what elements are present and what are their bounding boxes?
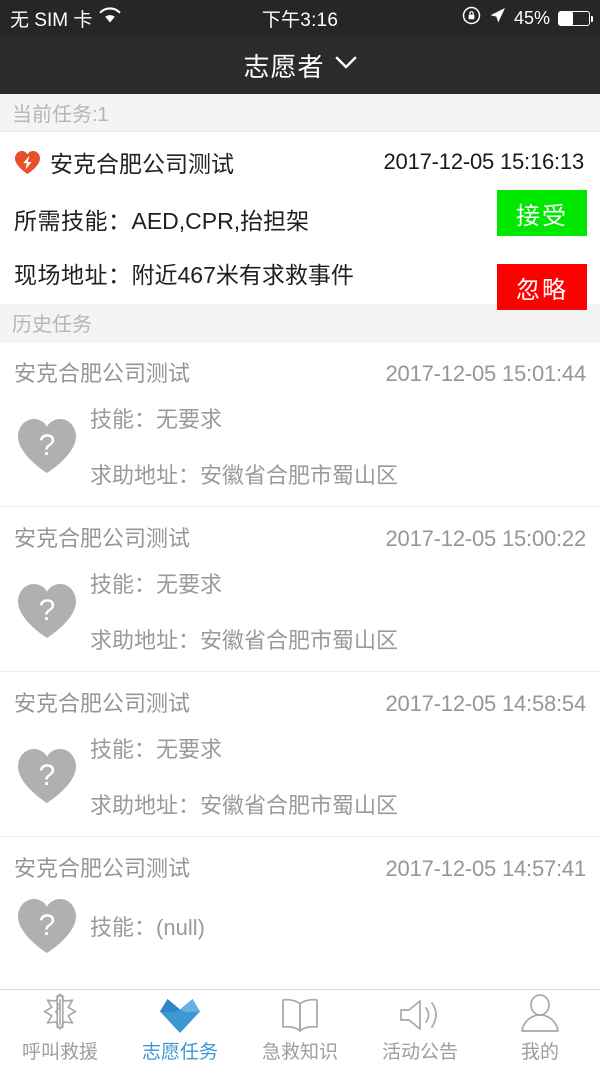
tab-open-book[interactable]: 急救知识 — [240, 990, 360, 1067]
bottom-tab-bar: 呼叫救援 志愿任务 急救知识 活动公告 我的 — [0, 989, 600, 1067]
battery-percent-label: 45% — [513, 7, 550, 28]
history-task-title: 安克合肥公司测试 — [14, 526, 191, 551]
history-skill-value: 无要求 — [156, 572, 223, 597]
tab-label: 我的 — [520, 1041, 559, 1063]
history-row-details: 技能：无要求 求助地址：安徽省合肥市蜀山区 — [90, 402, 398, 490]
blue-heart-icon — [157, 994, 203, 1034]
rotation-lock-icon — [462, 6, 481, 30]
tab-label: 急救知识 — [261, 1041, 338, 1063]
accept-button[interactable]: 接受 — [497, 190, 587, 236]
current-task-header: 安克合肥公司测试 2017-12-05 15:16:13 — [14, 142, 586, 182]
history-task-time: 2017-12-05 14:57:41 — [385, 856, 587, 881]
person-icon — [519, 993, 561, 1034]
history-skill-label: 技能： — [90, 737, 157, 762]
history-address-value: 安徽省合肥市蜀山区 — [200, 793, 399, 818]
history-row-header: 安克合肥公司测试 2017-12-05 14:57:41 — [14, 851, 586, 883]
history-task-title: 安克合肥公司测试 — [14, 691, 191, 716]
heart-question-icon: ? — [16, 747, 78, 805]
current-task-card[interactable]: 安克合肥公司测试 2017-12-05 15:16:13 所需技能：AED,CP… — [0, 132, 600, 310]
heart-question-icon: ? — [16, 582, 78, 640]
current-task-address-value: 附近467米有求救事件 — [131, 262, 354, 288]
history-address-label: 求助地址： — [90, 463, 201, 488]
history-task-time: 2017-12-05 14:58:54 — [385, 691, 587, 716]
history-skill-line: 技能：无要求 — [90, 732, 398, 764]
star-of-life-icon — [39, 992, 81, 1034]
history-skill-line: 技能：无要求 — [90, 402, 398, 434]
history-task-title: 安克合肥公司测试 — [14, 361, 191, 386]
app-screen: 无 SIM 卡 下午3:16 45% 志愿者 当前任务:1 安克合肥公司测试 2… — [0, 0, 600, 1067]
current-task-skill-value: AED,CPR,抬担架 — [131, 208, 310, 234]
history-skill-line: 技能：无要求 — [90, 567, 398, 599]
history-skill-value: 无要求 — [156, 407, 223, 432]
open-book-icon — [278, 994, 322, 1034]
heart-lightning-icon — [14, 150, 41, 175]
tab-label: 志愿任务 — [141, 1041, 218, 1063]
tab-person[interactable]: 我的 — [480, 990, 600, 1067]
current-task-band: 当前任务:1 — [0, 94, 600, 132]
history-task-time: 2017-12-05 15:00:22 — [385, 526, 587, 551]
history-skill-value: (null) — [156, 915, 205, 940]
history-skill-value: 无要求 — [156, 737, 223, 762]
history-address-line: 求助地址：安徽省合肥市蜀山区 — [90, 788, 398, 820]
svg-text:?: ? — [39, 759, 56, 792]
heart-question-icon: ? — [16, 897, 78, 955]
history-address-value: 安徽省合肥市蜀山区 — [200, 628, 399, 653]
history-row-header: 安克合肥公司测试 2017-12-05 15:00:22 — [14, 521, 586, 553]
tab-blue-heart[interactable]: 志愿任务 — [120, 990, 240, 1067]
history-address-line: 求助地址：安徽省合肥市蜀山区 — [90, 623, 398, 655]
status-bar: 无 SIM 卡 下午3:16 45% — [0, 0, 600, 36]
history-skill-label: 技能： — [90, 572, 157, 597]
history-row-details: 技能：(null) — [90, 910, 205, 942]
history-skill-label: 技能： — [90, 407, 157, 432]
history-row-header: 安克合肥公司测试 2017-12-05 14:58:54 — [14, 686, 586, 718]
svg-text:?: ? — [39, 909, 56, 942]
history-scroll-area[interactable]: 安克合肥公司测试 2017-12-05 15:01:44 ? 技能：无要求 求助地… — [0, 342, 600, 995]
history-address-label: 求助地址： — [90, 793, 201, 818]
history-row-details: 技能：无要求 求助地址：安徽省合肥市蜀山区 — [90, 732, 398, 820]
history-task-time: 2017-12-05 15:01:44 — [385, 361, 587, 386]
status-bar-right: 45% — [462, 6, 593, 30]
history-row-body: ? 技能：无要求 求助地址：安徽省合肥市蜀山区 — [14, 402, 586, 490]
history-list: 安克合肥公司测试 2017-12-05 15:01:44 ? 技能：无要求 求助地… — [0, 342, 600, 971]
history-row-body: ? 技能：无要求 求助地址：安徽省合肥市蜀山区 — [14, 732, 586, 820]
history-row-body: ? 技能：(null) — [14, 897, 586, 955]
tab-label: 呼叫救援 — [21, 1041, 98, 1063]
history-task-band-label: 历史任务 — [12, 314, 92, 336]
heart-question-icon: ? — [16, 417, 78, 475]
battery-icon — [558, 10, 593, 26]
ignore-button[interactable]: 忽略 — [497, 264, 587, 310]
tab-speaker[interactable]: 活动公告 — [360, 990, 480, 1067]
history-address-label: 求助地址： — [90, 628, 201, 653]
tab-star-of-life[interactable]: 呼叫救援 — [0, 990, 120, 1067]
current-task-actions: 接受 忽略 — [497, 190, 587, 310]
current-task-time: 2017-12-05 15:16:13 — [383, 149, 585, 174]
history-skill-line: 技能：(null) — [90, 910, 205, 942]
history-task-row[interactable]: 安克合肥公司测试 2017-12-05 15:00:22 ? 技能：无要求 求助地… — [0, 507, 600, 672]
tab-label: 活动公告 — [381, 1041, 458, 1063]
history-task-title: 安克合肥公司测试 — [14, 856, 191, 881]
title-bar[interactable]: 志愿者 — [0, 36, 600, 94]
svg-text:?: ? — [39, 594, 56, 627]
current-task-band-label: 当前任务:1 — [12, 104, 109, 126]
history-address-line: 求助地址：安徽省合肥市蜀山区 — [90, 458, 398, 490]
history-task-row[interactable]: 安克合肥公司测试 2017-12-05 14:58:54 ? 技能：无要求 求助地… — [0, 672, 600, 837]
history-task-row[interactable]: 安克合肥公司测试 2017-12-05 15:01:44 ? 技能：无要求 求助地… — [0, 342, 600, 507]
current-task-skill-label: 所需技能： — [14, 208, 132, 234]
page-title: 志愿者 — [243, 51, 325, 82]
current-task-title: 安克合肥公司测试 — [50, 151, 234, 177]
history-address-value: 安徽省合肥市蜀山区 — [200, 463, 399, 488]
chevron-down-icon[interactable] — [334, 55, 357, 75]
history-row-body: ? 技能：无要求 求助地址：安徽省合肥市蜀山区 — [14, 567, 586, 655]
location-arrow-icon — [489, 7, 506, 29]
history-row-details: 技能：无要求 求助地址：安徽省合肥市蜀山区 — [90, 567, 398, 655]
speaker-icon — [397, 994, 443, 1034]
history-task-row[interactable]: 安克合肥公司测试 2017-12-05 14:57:41 ? 技能：(null) — [0, 837, 600, 971]
history-skill-label: 技能： — [90, 915, 157, 940]
current-task-address-label: 现场地址： — [14, 262, 132, 288]
svg-text:?: ? — [39, 429, 56, 462]
history-row-header: 安克合肥公司测试 2017-12-05 15:01:44 — [14, 356, 586, 388]
